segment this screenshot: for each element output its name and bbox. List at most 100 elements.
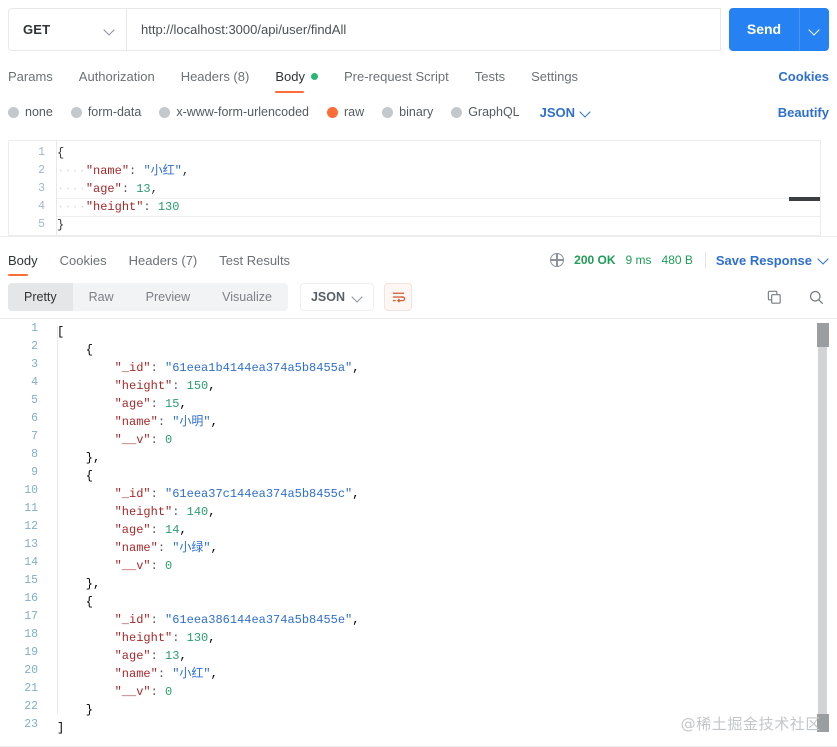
body-type-label: binary	[399, 105, 434, 119]
tab-settings[interactable]: Settings	[531, 69, 578, 84]
response-body-code: [ { "_id": "61eea1b4144ea374a5b8455a", "…	[57, 323, 813, 734]
tab-authorization[interactable]: Authorization	[79, 69, 155, 84]
search-button[interactable]	[807, 288, 825, 306]
line-number: 15	[24, 574, 38, 587]
line-number: 12	[24, 520, 38, 533]
request-editor-gutter: 1 2 3 4 5	[9, 141, 53, 235]
code-line: "_id": "61eea386144ea374a5b8455e",	[114, 613, 360, 627]
tab-label: Params	[8, 68, 53, 84]
body-type-raw[interactable]: raw	[327, 105, 364, 119]
beautify-link[interactable]: Beautify	[778, 105, 829, 120]
chevron-down-icon	[810, 25, 820, 35]
line-number: 6	[31, 412, 38, 425]
code-line: "_id": "61eea1b4144ea374a5b8455a",	[114, 361, 360, 375]
response-tab-cookies[interactable]: Cookies	[60, 253, 107, 268]
tab-label: Headers (7)	[128, 252, 198, 268]
response-action-icons	[765, 288, 825, 306]
code-line: },	[57, 451, 101, 465]
body-type-graphql[interactable]: GraphQL	[451, 105, 520, 119]
chevron-down-icon	[581, 107, 591, 117]
code-line: "name": "小明",	[114, 415, 218, 429]
response-time: 9 ms	[625, 253, 652, 267]
body-type-label: GraphQL	[468, 105, 520, 119]
view-mode-preview[interactable]: Preview	[130, 283, 206, 311]
http-method-select[interactable]: GET	[8, 8, 126, 51]
code-line: "__v": 0	[114, 433, 173, 447]
body-type-label: raw	[344, 105, 365, 119]
line-number: 8	[31, 448, 38, 461]
line-number: 14	[24, 556, 38, 569]
radio-icon	[70, 106, 82, 118]
tab-pre-request-script[interactable]: Pre-request Script	[344, 69, 449, 84]
code-line: "_id": "61eea37c144ea374a5b8455c",	[114, 487, 360, 501]
request-url-input[interactable]: http://localhost:3000/api/user/findAll	[126, 8, 721, 51]
tab-body[interactable]: Body	[275, 69, 318, 93]
radio-icon-selected	[327, 106, 338, 118]
response-format-select[interactable]: JSON	[299, 283, 374, 311]
cookies-link[interactable]: Cookies	[778, 69, 829, 84]
line-number: 3	[38, 182, 45, 195]
line-number: 21	[24, 682, 38, 695]
line-number: 4	[31, 376, 38, 389]
request-body-code[interactable]: {····"name": "小红", ····"age": 13, ····"hei…	[57, 144, 814, 234]
line-number: 2	[38, 164, 45, 177]
chevron-down-icon	[353, 292, 363, 302]
view-mode-raw[interactable]: Raw	[73, 283, 130, 311]
code-line: ····"height": 130	[57, 200, 180, 214]
tab-label: Body	[8, 252, 38, 268]
line-number: 22	[24, 700, 38, 713]
raw-format-select[interactable]: JSON	[540, 105, 591, 120]
line-number: 17	[24, 610, 38, 623]
line-number: 7	[31, 430, 38, 443]
code-line: [	[57, 325, 65, 339]
response-gutter: 1 2 3 4 5 6 7 8 9 10 11 12 13 14 15 16 17 18 19 20 21 22 23	[0, 320, 46, 734]
send-button[interactable]: Send	[729, 8, 800, 51]
radio-icon	[451, 106, 463, 118]
response-tab-body[interactable]: Body	[8, 252, 38, 276]
globe-icon	[549, 252, 565, 267]
copy-button[interactable]	[765, 288, 783, 306]
send-options-button[interactable]	[800, 25, 829, 35]
meta-divider	[704, 252, 706, 268]
code-line: {	[57, 469, 94, 483]
body-type-binary[interactable]: binary	[382, 105, 433, 119]
line-number: 5	[31, 394, 38, 407]
response-tab-test-results[interactable]: Test Results	[219, 253, 290, 268]
tab-tests[interactable]: Tests	[475, 69, 505, 84]
word-wrap-toggle[interactable]	[384, 283, 412, 311]
code-line: "height": 150,	[114, 379, 216, 393]
body-type-form-data[interactable]: form-data	[70, 105, 141, 119]
response-body-viewer[interactable]: 1 2 3 4 5 6 7 8 9 10 11 12 13 14 15 16 17 18 19 20 21 22 23 [ …	[0, 320, 837, 734]
code-line: "__v": 0	[114, 559, 173, 573]
body-type-row: none form-data x-www-form-urlencoded raw…	[8, 98, 829, 126]
line-number: 10	[24, 484, 38, 497]
line-number: 18	[24, 628, 38, 641]
request-body-editor[interactable]: 1 2 3 4 5 {····"name": "小红", ····"age": 13, ··…	[8, 140, 821, 236]
code-line: ····"age": 13,	[57, 182, 158, 196]
request-url-text: http://localhost:3000/api/user/findAll	[141, 22, 347, 37]
line-number: 19	[24, 646, 38, 659]
body-type-none[interactable]: none	[8, 105, 53, 119]
save-response-button[interactable]: Save Response	[716, 253, 812, 268]
tab-params[interactable]: Params	[8, 69, 53, 84]
body-modified-dot-icon	[310, 72, 318, 80]
radio-icon	[382, 106, 394, 118]
response-view-mode-group: Pretty Raw Preview Visualize	[8, 283, 288, 311]
response-tab-headers[interactable]: Headers (7)	[129, 253, 198, 268]
save-response-options-button[interactable]	[819, 251, 829, 269]
body-type-label: x-www-form-urlencoded	[176, 105, 309, 119]
request-editor-scrollbar[interactable]	[789, 197, 820, 201]
response-scrollbar-thumb[interactable]	[817, 323, 829, 347]
word-wrap-icon	[392, 292, 405, 303]
code-line: {	[57, 343, 94, 357]
section-divider	[0, 318, 837, 319]
response-toolbar: Pretty Raw Preview Visualize JSON	[8, 282, 829, 312]
view-mode-visualize[interactable]: Visualize	[206, 283, 288, 311]
view-mode-pretty[interactable]: Pretty	[8, 283, 73, 311]
line-number: 5	[38, 218, 45, 231]
copy-icon	[767, 290, 781, 304]
code-line: "age": 14,	[114, 523, 187, 537]
body-type-urlencoded[interactable]: x-www-form-urlencoded	[159, 105, 309, 119]
response-scrollbar-track[interactable]	[818, 326, 827, 718]
tab-headers[interactable]: Headers (8)	[181, 69, 250, 84]
